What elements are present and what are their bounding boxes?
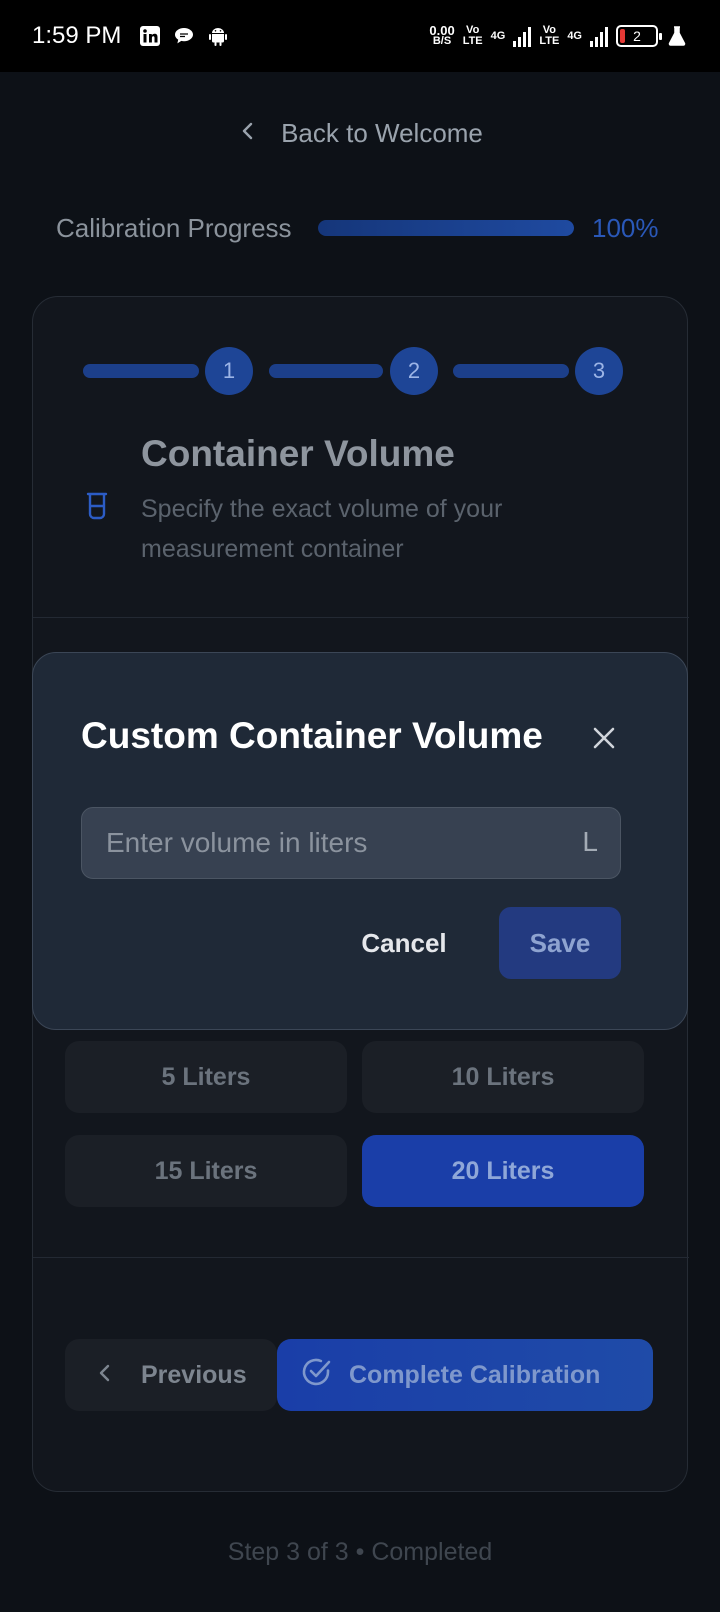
status-bar: 1:59 PM 0.00 B/S Vo LTE 4G Vo LTE 4G 2 bbox=[0, 0, 720, 72]
option-20-liters[interactable]: 20 Liters bbox=[362, 1135, 644, 1207]
progress-bar bbox=[318, 220, 574, 236]
back-label: Back to Welcome bbox=[281, 118, 483, 148]
step-connector bbox=[83, 364, 199, 378]
check-circle-icon bbox=[299, 1355, 333, 1396]
notification-icons bbox=[139, 25, 229, 47]
signal-icon bbox=[590, 25, 608, 47]
network-type-1: 4G bbox=[490, 30, 506, 42]
cancel-button[interactable]: Cancel bbox=[351, 907, 457, 979]
step-indicator-1: 1 bbox=[205, 347, 253, 395]
close-icon[interactable] bbox=[591, 725, 617, 751]
previous-button[interactable]: Previous bbox=[65, 1339, 277, 1411]
section-description: Specify the exact volume of your measure… bbox=[141, 495, 503, 563]
progress-percent: 100% bbox=[592, 212, 659, 243]
step-connector bbox=[453, 364, 569, 378]
custom-volume-dialog: Custom Container Volume L Cancel Save bbox=[32, 652, 688, 1030]
calibration-progress: Calibration Progress 100% bbox=[56, 206, 666, 250]
beaker-icon bbox=[85, 491, 109, 521]
save-button[interactable]: Save bbox=[499, 907, 621, 979]
back-to-welcome-link[interactable]: Back to Welcome bbox=[0, 118, 720, 149]
unit-suffix: L bbox=[582, 826, 598, 857]
step-status: Step 3 of 3 • Completed bbox=[227, 1538, 493, 1566]
step-indicator-2: 2 bbox=[390, 347, 438, 395]
complete-calibration-button[interactable]: Complete Calibration bbox=[277, 1339, 653, 1411]
complete-label: Complete Calibration bbox=[349, 1360, 601, 1389]
chat-icon bbox=[173, 25, 195, 47]
navigation-row: Previous Complete Calibration bbox=[65, 1339, 653, 1411]
battery-level: 2 bbox=[633, 28, 641, 44]
stepper: 1 2 3 bbox=[83, 347, 643, 395]
battery-icon: 2 bbox=[616, 25, 662, 47]
network-type-2: 4G bbox=[567, 30, 582, 42]
section-title: Container Volume bbox=[141, 433, 455, 474]
dialog-title: Custom Container Volume bbox=[81, 715, 543, 756]
option-15-liters[interactable]: 15 Liters bbox=[65, 1135, 347, 1207]
flask-icon bbox=[666, 25, 688, 47]
progress-fill bbox=[318, 220, 574, 236]
chevron-left-icon bbox=[95, 1361, 115, 1390]
divider bbox=[33, 1257, 689, 1258]
option-5-liters[interactable]: 5 Liters bbox=[65, 1041, 347, 1113]
system-indicators: 0.00 B/S Vo LTE 4G Vo LTE 4G 2 bbox=[429, 23, 688, 47]
divider bbox=[33, 617, 689, 618]
linkedin-icon bbox=[139, 25, 161, 47]
option-10-liters[interactable]: 10 Liters bbox=[362, 1041, 644, 1113]
volume-field: L bbox=[81, 807, 621, 879]
step-connector bbox=[269, 364, 383, 378]
status-time: 1:59 PM bbox=[32, 22, 122, 49]
step-indicator-3: 3 bbox=[575, 347, 623, 395]
volte-indicator-2: Vo LTE bbox=[539, 24, 560, 47]
previous-label: Previous bbox=[141, 1360, 247, 1389]
signal-icon bbox=[513, 25, 532, 47]
android-icon bbox=[207, 25, 229, 47]
volte-indicator-1: Vo LTE bbox=[462, 24, 483, 47]
chevron-left-icon bbox=[237, 118, 259, 149]
volume-input[interactable] bbox=[106, 808, 566, 878]
progress-label: Calibration Progress bbox=[56, 212, 292, 243]
network-speed: 0.00 B/S bbox=[429, 23, 455, 47]
